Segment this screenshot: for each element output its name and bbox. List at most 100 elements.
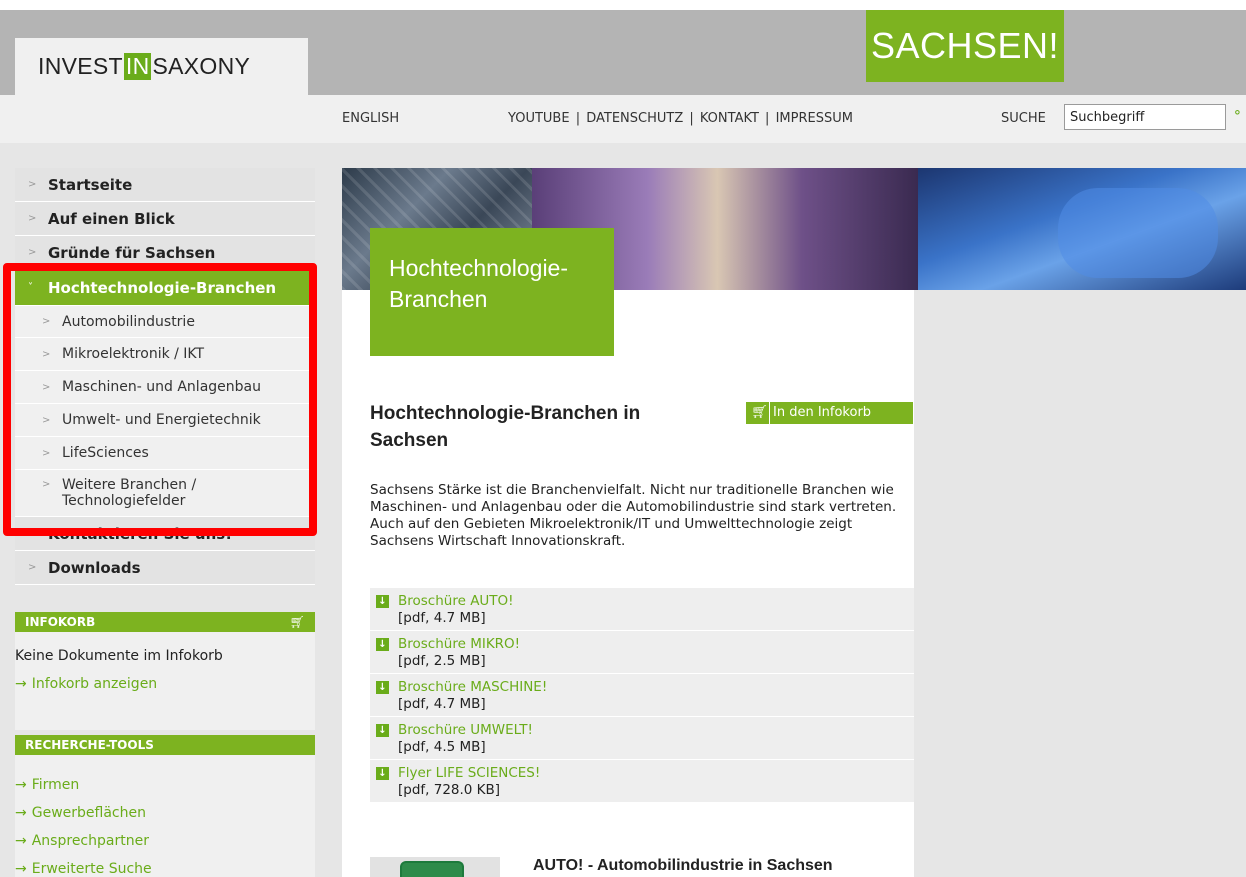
- recherche-tools-body: → Firmen → Gewerbeflächen → Ansprechpartner…: [15, 755, 315, 877]
- chevron-right-icon: >: [42, 349, 51, 360]
- download-icon: ↓: [376, 767, 389, 780]
- download-meta: [pdf, 728.0 KB]: [398, 782, 501, 798]
- download-icon: ↓: [376, 595, 389, 608]
- sidebar-item-label: Startseite: [48, 176, 133, 194]
- page-title-line1: Hochtechnologie-: [389, 255, 569, 281]
- download-item[interactable]: ↓ Broschüre AUTO! [pdf, 4.7 MB]: [370, 588, 914, 631]
- sidebar-item-label: Kontaktieren Sie uns!: [48, 525, 233, 543]
- page-title-box: Hochtechnologie- Branchen: [370, 228, 614, 356]
- sidebar-subitem-label: LifeSciences: [62, 445, 149, 461]
- page-heading: Hochtechnologie-Branchen in Sachsen: [370, 403, 641, 451]
- infokorb-panel-header: INFOKORB 🛒︎: [15, 612, 315, 632]
- download-meta: [pdf, 4.5 MB]: [398, 739, 486, 755]
- download-icon: ↓: [376, 724, 389, 737]
- download-name[interactable]: Broschüre UMWELT!: [398, 722, 914, 739]
- sidebar-item-label: Hochtechnologie-Branchen: [48, 279, 277, 297]
- download-meta: [pdf, 4.7 MB]: [398, 610, 486, 626]
- right-column: [954, 290, 1246, 877]
- chevron-right-icon: >: [28, 528, 37, 539]
- download-name[interactable]: Broschüre MASCHINE!: [398, 679, 914, 696]
- cart-icon: 🛒︎: [750, 402, 770, 424]
- chevron-right-icon: >: [28, 213, 37, 224]
- logo-text-invest: INVEST: [38, 53, 123, 79]
- sidebar-item-label: Auf einen Blick: [48, 210, 175, 228]
- logo-text-in: IN: [123, 53, 152, 80]
- download-meta: [pdf, 2.5 MB]: [398, 653, 486, 669]
- download-item[interactable]: ↓ Broschüre MASCHINE! [pdf, 4.7 MB]: [370, 674, 914, 717]
- invest-in-saxony-logo[interactable]: INVEST IN SAXONY: [15, 38, 308, 95]
- sidebar-item-label: Downloads: [48, 559, 141, 577]
- sidebar-subitem-label: Umwelt- und Energietechnik: [62, 412, 261, 428]
- sidebar-subitem-lifesciences[interactable]: > LifeSciences: [15, 437, 315, 470]
- tool-link-firmen[interactable]: → Firmen: [15, 771, 315, 799]
- download-item[interactable]: ↓ Broschüre UMWELT! [pdf, 4.5 MB]: [370, 717, 914, 760]
- link-label: Ansprechpartner: [31, 833, 149, 849]
- sidebar-subitem-weitere[interactable]: > Weitere Branchen / Technologiefelder: [15, 470, 315, 517]
- sidebar-item-downloads[interactable]: > Downloads: [15, 551, 315, 585]
- banner-image-building: [918, 168, 1246, 290]
- intro-paragraph: Sachsens Stärke ist die Branchenvielfalt…: [370, 482, 897, 549]
- sidebar-subitem-label: Automobilindustrie: [62, 314, 195, 330]
- infokorb-show-link[interactable]: → Infokorb anzeigen: [15, 670, 315, 698]
- tool-link-ansprechpartner[interactable]: → Ansprechpartner: [15, 827, 315, 855]
- download-item[interactable]: ↓ Flyer LIFE SCIENCES! [pdf, 728.0 KB]: [370, 760, 914, 803]
- download-name[interactable]: Broschüre AUTO!: [398, 593, 914, 610]
- section-heading-auto: AUTO! - Automobilindustrie in Sachsen: [533, 857, 833, 874]
- sidebar-subitem-umwelt[interactable]: > Umwelt- und Energietechnik: [15, 404, 315, 437]
- chevron-right-icon: >: [28, 179, 37, 190]
- logo-text-saxony: SAXONY: [152, 53, 251, 79]
- utility-navbar: ENGLISH YOUTUBE | DATENSCHUTZ | KONTAKT …: [0, 95, 1246, 143]
- search-go-icon[interactable]: ⚬: [1232, 106, 1243, 121]
- cart-icon: 🛒︎: [289, 615, 305, 629]
- infokorb-empty-text: Keine Dokumente im Infokorb: [15, 648, 223, 664]
- sidebar-subitem-label: Maschinen- und Anlagenbau: [62, 379, 261, 395]
- sidebar-subitem-maschinen[interactable]: > Maschinen- und Anlagenbau: [15, 371, 315, 404]
- search-label: SUCHE: [1001, 111, 1046, 126]
- sachsen-logo[interactable]: SACHSEN!: [866, 10, 1064, 82]
- recherche-tools-header: RECHERCHE-TOOLS: [15, 735, 315, 755]
- download-icon: ↓: [376, 638, 389, 651]
- arrow-right-icon: →: [15, 805, 27, 821]
- download-name[interactable]: Broschüre MIKRO!: [398, 636, 914, 653]
- chevron-right-icon: >: [42, 316, 51, 327]
- sidebar-subitem-label: Weitere Branchen / Technologiefelder: [62, 477, 197, 509]
- nav-english-link[interactable]: ENGLISH: [342, 111, 399, 126]
- sidebar-subitem-label: Mikroelektronik / IKT: [62, 346, 205, 362]
- infokorb-panel-body: Keine Dokumente im Infokorb → Infokorb an…: [15, 632, 315, 730]
- download-name[interactable]: Flyer LIFE SCIENCES!: [398, 765, 914, 782]
- sidebar-subitem-mikroelektronik[interactable]: > Mikroelektronik / IKT: [15, 338, 315, 371]
- sidebar-nav: > Startseite > Auf einen Blick > Gründe …: [15, 168, 315, 585]
- sidebar-item-startseite[interactable]: > Startseite: [15, 168, 315, 202]
- search-input[interactable]: [1064, 104, 1226, 130]
- sidebar-item-kontakt[interactable]: > Kontaktieren Sie uns!: [15, 517, 315, 551]
- sidebar-item-auf-einen-blick[interactable]: > Auf einen Blick: [15, 202, 315, 236]
- button-label: In den Infokorb: [773, 405, 872, 420]
- chevron-right-icon: >: [42, 448, 51, 459]
- panel-title: RECHERCHE-TOOLS: [25, 738, 154, 752]
- link-label: Infokorb anzeigen: [31, 676, 158, 692]
- download-icon: ↓: [376, 681, 389, 694]
- add-to-infokorb-button[interactable]: 🛒︎ In den Infokorb: [746, 402, 913, 424]
- nav-utility-links[interactable]: YOUTUBE | DATENSCHUTZ | KONTAKT | IMPRES…: [508, 111, 853, 126]
- sidebar-subitem-automobil[interactable]: > Automobilindustrie: [15, 306, 315, 338]
- chevron-right-icon: >: [42, 415, 51, 426]
- tool-link-erweiterte-suche[interactable]: → Erweiterte Suche: [15, 855, 315, 877]
- arrow-right-icon: →: [15, 861, 27, 877]
- auto-brochure-thumbnail[interactable]: [370, 857, 500, 877]
- chevron-right-icon: >: [42, 479, 51, 490]
- sidebar-item-hochtechnologie[interactable]: ˅ Hochtechnologie-Branchen: [15, 270, 315, 306]
- chevron-right-icon: >: [42, 382, 51, 393]
- link-label: Firmen: [31, 777, 80, 793]
- tool-link-gewerbeflaechen[interactable]: → Gewerbeflächen: [15, 799, 315, 827]
- download-meta: [pdf, 4.7 MB]: [398, 696, 486, 712]
- arrow-right-icon: →: [15, 833, 27, 849]
- chevron-right-icon: >: [28, 562, 37, 573]
- sidebar-item-label: Gründe für Sachsen: [48, 244, 216, 262]
- panel-title: INFOKORB: [25, 615, 96, 629]
- recherche-tools-panel: RECHERCHE-TOOLS → Firmen → Gewerbeflächen …: [15, 735, 315, 877]
- download-item[interactable]: ↓ Broschüre MIKRO! [pdf, 2.5 MB]: [370, 631, 914, 674]
- chevron-right-icon: >: [28, 247, 37, 258]
- infokorb-panel: INFOKORB 🛒︎ Keine Dokumente im Infokorb …: [15, 612, 315, 730]
- page-title-line2: Branchen: [389, 286, 488, 312]
- sidebar-item-gruende[interactable]: > Gründe für Sachsen: [15, 236, 315, 270]
